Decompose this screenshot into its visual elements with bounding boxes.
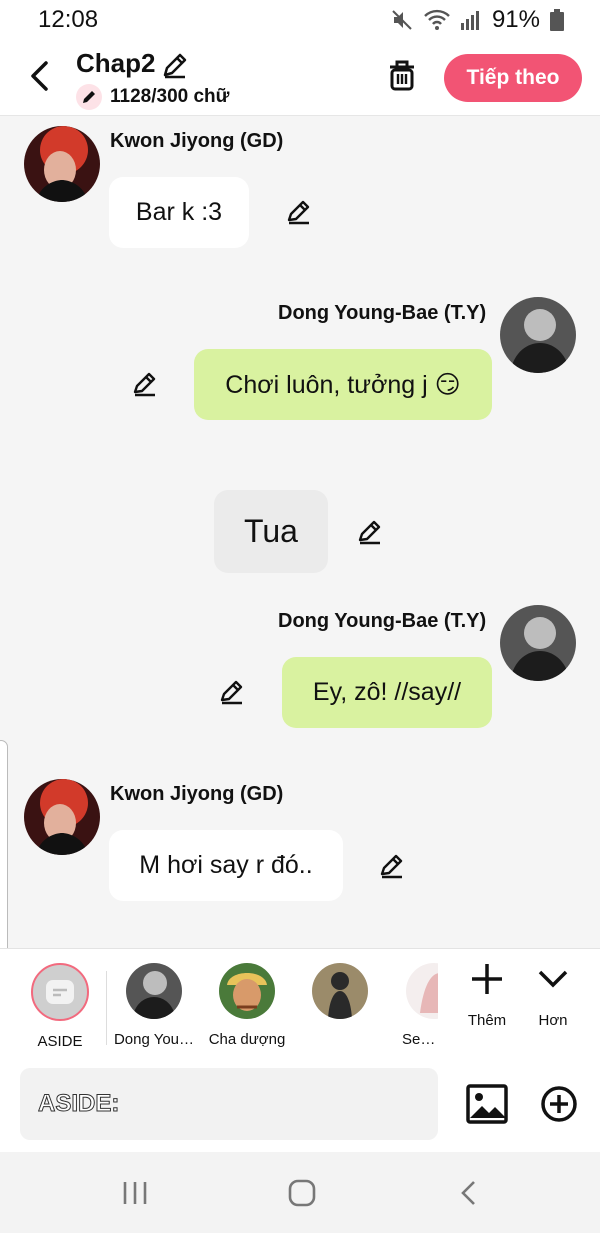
message-text: Bar k :3 <box>135 198 223 226</box>
chapter-title[interactable]: Chap2 <box>76 48 155 79</box>
character-seo[interactable]: Seo … <box>398 963 438 1048</box>
top-app-bar: Chap2 1128/300 chữ Tiếp theo <box>0 40 600 116</box>
character-label: Seo … <box>402 1031 438 1048</box>
word-count: 1128/300 chữ <box>76 84 229 110</box>
trash-icon[interactable] <box>386 58 418 92</box>
more-button[interactable]: Hơn <box>518 961 588 1029</box>
character-cha-duong[interactable]: Cha dượng <box>205 963 289 1048</box>
signal-icon <box>460 11 479 30</box>
avatar-kwon-jiyong[interactable] <box>24 126 100 202</box>
character-avatar <box>312 963 368 1019</box>
wifi-icon <box>424 9 450 30</box>
back-icon[interactable] <box>455 1178 485 1208</box>
message-bubble[interactable]: Chơi luôn, tưởng j 😏 <box>194 349 492 420</box>
character-aside[interactable]: ASIDE <box>24 963 96 1050</box>
message-text: Tua <box>244 513 298 549</box>
message-text: Ey, zô! //say// <box>312 678 462 706</box>
home-icon[interactable] <box>287 1178 317 1208</box>
battery-percent: 91% <box>491 6 540 33</box>
character-avatar <box>219 963 275 1019</box>
aside-bubble[interactable]: Tua <box>214 490 328 573</box>
status-bar: 12:08 91% <box>0 0 600 40</box>
add-circle-icon[interactable] <box>540 1085 578 1123</box>
character-unnamed[interactable] <box>298 963 382 1031</box>
message-sender: Kwon Jiyong (GD) <box>110 130 284 152</box>
character-label: ASIDE <box>37 1033 83 1050</box>
message-sender: Dong Young-Bae (T.Y) <box>278 302 487 324</box>
edit-title-pencil-icon[interactable] <box>160 50 190 80</box>
message-sender: Dong Young-Bae (T.Y) <box>278 610 487 632</box>
status-time: 12:08 <box>38 6 99 33</box>
word-count-text: 1128/300 chữ <box>110 86 230 107</box>
more-label: Hơn <box>538 1012 568 1029</box>
message-bubble[interactable]: Ey, zô! //say// <box>282 657 492 728</box>
plus-icon <box>472 964 502 994</box>
edit-message-pencil-icon[interactable] <box>285 198 313 226</box>
avatar-dong-young-bae[interactable] <box>500 297 576 373</box>
message-text: M hơi say r đó.. <box>139 851 313 879</box>
pencil-badge-icon <box>76 84 102 110</box>
message-bubble[interactable]: Bar k :3 <box>109 177 249 248</box>
back-arrow-icon[interactable] <box>24 58 56 94</box>
add-character-button[interactable]: Thêm <box>452 961 522 1029</box>
divider <box>106 971 107 1045</box>
battery-icon <box>550 9 564 31</box>
mute-icon <box>392 10 412 30</box>
image-icon[interactable] <box>466 1084 508 1124</box>
character-selector: ASIDE Dong You… Cha dượng Seo Thêm Hơn <box>0 948 600 1058</box>
recent-apps-icon[interactable] <box>120 1178 150 1208</box>
chat-area: Kwon Jiyong (GD) Bar k :3 Dong Young-Bae… <box>0 116 600 948</box>
compose-bar <box>0 1058 600 1152</box>
next-button[interactable]: Tiếp theo <box>444 54 582 102</box>
aside-chat-icon <box>31 963 89 1021</box>
add-label: Thêm <box>467 1012 507 1029</box>
chevron-down-icon <box>538 970 568 988</box>
edit-message-pencil-icon[interactable] <box>131 370 159 398</box>
edit-message-pencil-icon[interactable] <box>218 678 246 706</box>
message-sender: Kwon Jiyong (GD) <box>110 783 284 805</box>
aside-input[interactable] <box>20 1068 438 1140</box>
character-dong-young-bae[interactable]: Dong You… <box>112 963 196 1048</box>
character-label: Dong You… <box>113 1031 195 1048</box>
scroll-handle[interactable] <box>0 740 8 970</box>
avatar-kwon-jiyong[interactable] <box>24 779 100 855</box>
message-text: Chơi luôn, tưởng j 😏 <box>225 370 461 399</box>
edit-message-pencil-icon[interactable] <box>378 852 406 880</box>
message-bubble[interactable]: M hơi say r đó.. <box>109 830 343 901</box>
character-avatar <box>126 963 182 1019</box>
avatar-dong-young-bae[interactable] <box>500 605 576 681</box>
character-label: Cha dượng <box>208 1031 286 1048</box>
character-avatar <box>406 963 438 1019</box>
edit-message-pencil-icon[interactable] <box>356 518 384 546</box>
system-nav-bar <box>0 1152 600 1233</box>
